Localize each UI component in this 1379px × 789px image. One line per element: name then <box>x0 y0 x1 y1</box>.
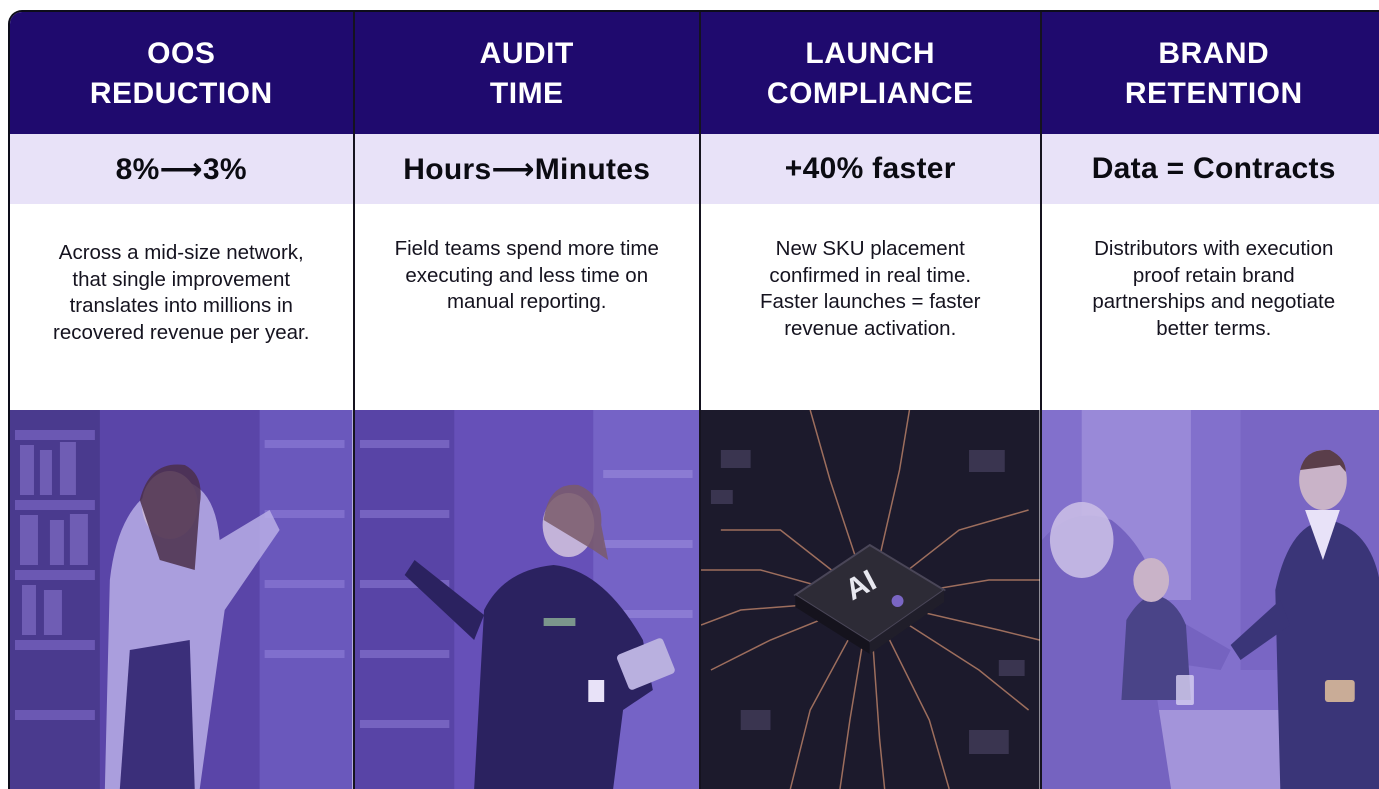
card-header: AUDIT TIME <box>355 12 700 134</box>
metrics-grid: OOS REDUCTION 8%⟶3% Across a mid-size ne… <box>8 10 1379 789</box>
card-title-line2: RETENTION <box>1125 74 1303 114</box>
card-description-text: New SKU placement confirmed in real time… <box>741 236 1000 342</box>
card-description: Distributors with execution proof retain… <box>1042 204 1379 410</box>
card-oos-reduction: OOS REDUCTION 8%⟶3% Across a mid-size ne… <box>10 12 353 789</box>
card-title-line1: LAUNCH <box>805 34 935 74</box>
card-description: Across a mid-size network, that single i… <box>10 204 353 410</box>
card-header: OOS REDUCTION <box>10 12 353 134</box>
shopper-at-shelf-photo <box>10 410 353 789</box>
card-title-line1: BRAND <box>1158 34 1269 74</box>
card-title-line2: TIME <box>490 74 564 114</box>
card-launch-compliance: LAUNCH COMPLIANCE +40% faster New SKU pl… <box>699 12 1040 789</box>
business-handshake-photo <box>1042 410 1379 789</box>
card-title-line1: OOS <box>147 34 215 74</box>
card-title-line2: COMPLIANCE <box>767 74 974 114</box>
card-metric: +40% faster <box>701 134 1040 204</box>
card-title-line2: REDUCTION <box>90 74 273 114</box>
card-metric: Data = Contracts <box>1042 134 1379 204</box>
card-audit-time: AUDIT TIME Hours⟶Minutes Field teams spe… <box>353 12 700 789</box>
card-metric: Hours⟶Minutes <box>355 134 700 204</box>
card-metric: 8%⟶3% <box>10 134 353 204</box>
card-title-line1: AUDIT <box>480 34 574 74</box>
card-description-text: Distributors with execution proof retain… <box>1082 236 1347 342</box>
card-description-text: Across a mid-size network, that single i… <box>50 240 313 346</box>
ai-chip-photo: AI <box>701 410 1040 789</box>
field-worker-with-tablet-photo <box>355 410 700 789</box>
card-description: Field teams spend more time executing an… <box>355 204 700 410</box>
card-description: New SKU placement confirmed in real time… <box>701 204 1040 410</box>
card-brand-retention: BRAND RETENTION Data = Contracts Distrib… <box>1040 12 1379 789</box>
card-description-text: Field teams spend more time executing an… <box>395 236 660 316</box>
card-header: LAUNCH COMPLIANCE <box>701 12 1040 134</box>
card-header: BRAND RETENTION <box>1042 12 1379 134</box>
